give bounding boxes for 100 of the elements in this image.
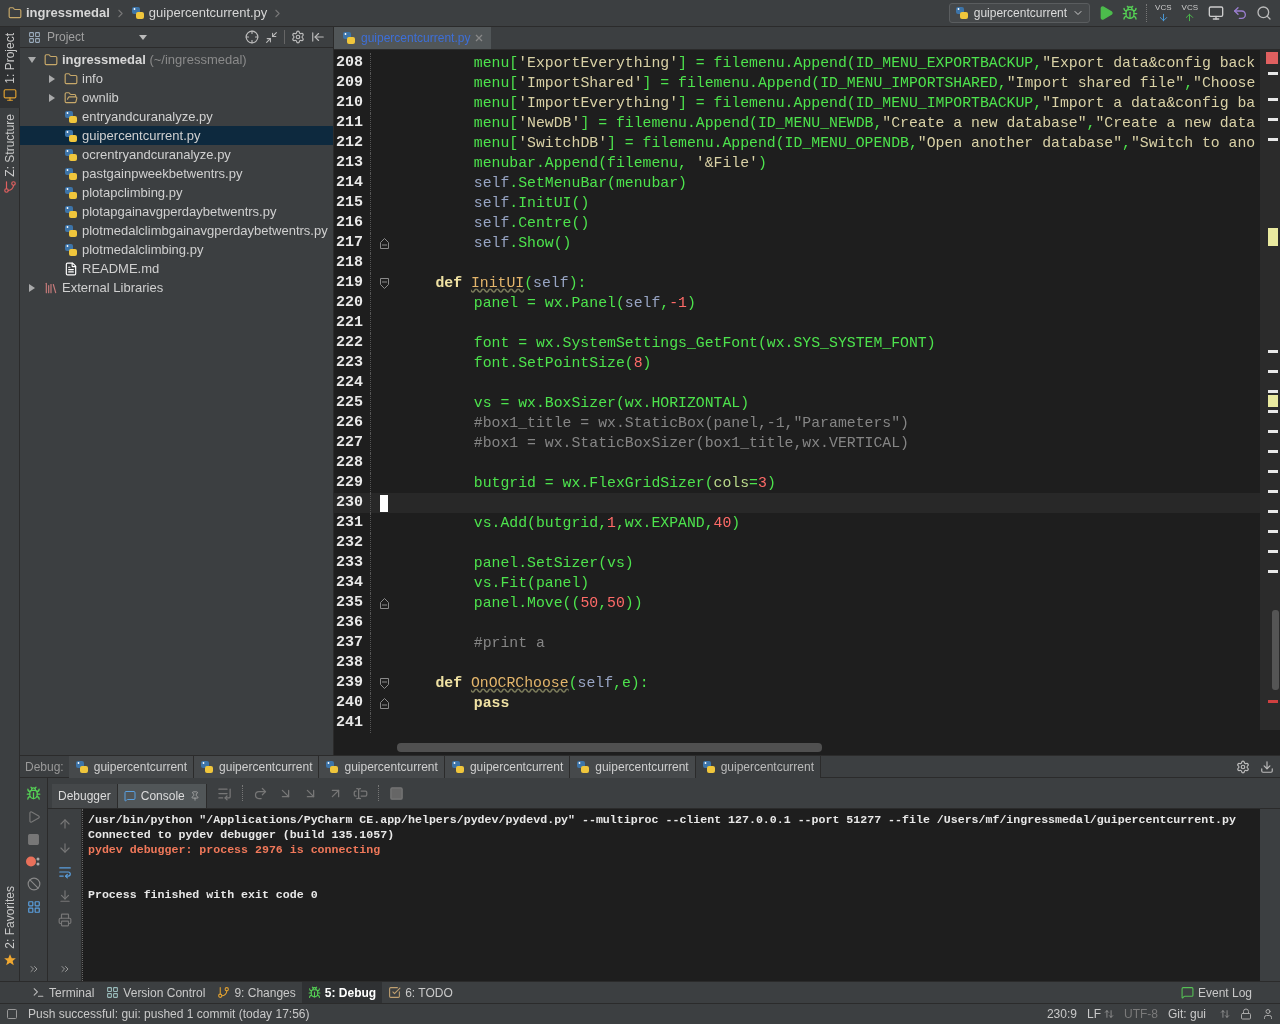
person-icon[interactable] [1262,1008,1274,1020]
tool-window-tab[interactable]: 1: Project [0,27,20,108]
line-number: 210 [335,93,364,113]
tree-item[interactable]: plotmedalclimbing.py [20,240,333,259]
tool-windows-icon[interactable] [6,1008,18,1020]
show-execution-point-icon[interactable] [216,785,232,801]
code-line: panel = wx.Panel(self,-1) [473,294,696,313]
project-view-dropdown[interactable]: Project [47,28,147,46]
tool-window-button[interactable]: 6: TODO [382,981,459,1004]
stop-icon[interactable] [27,833,40,846]
tree-item[interactable]: External Libraries [20,278,333,297]
folder-icon [44,52,58,67]
caret-position[interactable]: 230:9 [1046,1005,1077,1023]
session-tab[interactable]: guipercentcurrent [194,755,320,778]
layout-icon[interactable] [26,900,41,914]
fold-marker-icon[interactable] [379,677,389,689]
session-tab[interactable]: guipercentcurrent [319,755,445,778]
line-number: 233 [335,553,364,573]
run-icon[interactable] [1098,5,1115,21]
revert-icon[interactable] [1232,5,1248,21]
tree-item[interactable]: plotapgainavgperdaybetwentrs.py [20,202,333,221]
tree-item[interactable]: entryandcuranalyze.py [20,107,333,126]
line-number: 213 [335,153,364,173]
version-control-icon [106,986,120,999]
tool-window-button[interactable]: 5: Debug [301,981,383,1004]
tool-window-tab[interactable]: Z: Structure [0,107,20,201]
code-line: menu['SwitchDB'] = filemenu.Append(ID_MENU_OPENDB,"Open another database","Switch to ano [473,134,1256,153]
search-icon[interactable] [1256,5,1272,21]
session-tab[interactable]: guipercentcurrent [570,755,696,778]
tree-item[interactable]: ownlib [20,88,333,107]
more-icon[interactable] [58,963,71,975]
tool-window-button[interactable]: Version Control [100,981,212,1004]
tree-item[interactable]: ocrentryandcuranalyze.py [20,145,333,164]
session-tab[interactable]: guipercentcurrent [444,755,571,778]
breadcrumb[interactable]: guipercentcurrent.py [148,3,268,23]
fold-marker-icon[interactable] [379,277,389,289]
breadcrumb[interactable]: ingressmedal [26,3,110,23]
vcs-branch-selector[interactable]: Git: gui [1168,1005,1230,1023]
debug-icon[interactable] [1122,5,1139,21]
code-line: font.SetPointSize(8) [473,354,652,373]
line-number: 227 [335,433,364,453]
locate-icon[interactable] [245,30,259,44]
settings-icon[interactable] [1236,759,1250,774]
soft-wrap-icon[interactable] [57,865,72,879]
line-number: 209 [335,73,364,93]
fold-marker-icon[interactable] [379,597,389,609]
fold-marker-icon[interactable] [379,697,389,709]
tool-window-tab[interactable]: 2: Favorites [0,880,20,973]
todo-icon [388,986,402,999]
fold-marker-icon[interactable] [379,237,389,249]
up-arrow-icon[interactable] [57,817,72,831]
tool-window-button[interactable]: 9: Changes [211,981,302,1004]
line-number: 225 [335,393,364,413]
mute-breakpoints-icon[interactable] [26,877,41,891]
line-number: 222 [335,333,364,353]
horizontal-scrollbar[interactable] [397,743,822,752]
code-line: self.SetMenuBar(menubar) [473,174,687,193]
tree-item[interactable]: plotmedalclimbgainavgperdaybetwentrs.py [20,221,333,240]
hide-panel-icon[interactable] [1260,759,1274,774]
tree-item[interactable]: plotapclimbing.py [20,183,333,202]
breakpoints-icon[interactable] [26,855,41,868]
resume-icon[interactable] [26,810,41,824]
line-separator-selector[interactable]: LF [1086,1005,1114,1023]
vcs-update-button[interactable]: VCS [1155,3,1172,23]
code-line: menu['ImportShared'] = filemenu.Append(ID_MENU_IMPORTSHARED,"Import shared file","Choose [473,74,1256,93]
step-over-icon[interactable] [252,785,268,801]
project-view-icon [28,30,41,44]
event-log-icon [1180,986,1194,999]
more-icon[interactable] [27,963,40,975]
hide-icon[interactable] [311,30,325,44]
scroll-to-end-icon[interactable] [57,889,72,903]
print-icon[interactable] [57,913,72,927]
line-number: 220 [335,293,364,313]
debug-tab[interactable]: Console [117,784,207,808]
tree-item[interactable]: guipercentcurrent.py [20,126,333,145]
python-file-icon [701,759,716,774]
settings-icon[interactable] [291,30,305,44]
tree-item[interactable]: README.md [20,259,333,278]
python-file-icon [64,242,78,257]
evaluate-icon[interactable] [388,785,404,801]
debug-tab[interactable]: Debugger [52,784,118,808]
collapse-all-icon[interactable] [265,30,278,44]
code-line: menubar.Append(filemenu, '&File') [473,154,767,173]
code-line: menu['ExportEverything'] = filemenu.Append(ID_MENU_EXPORTBACKUP,"Export data&config back [473,54,1256,73]
tool-window-button[interactable]: Terminal [26,981,101,1004]
vcs-commit-button[interactable]: VCS [1181,3,1198,23]
session-tab[interactable]: guipercentcurrent [695,755,822,778]
folder-icon [64,71,78,86]
down-arrow-icon[interactable] [57,841,72,855]
run-configuration-dropdown[interactable]: guipercentcurrent [948,3,1091,23]
tree-item[interactable]: ingressmedal (~/ingressmedal) [20,50,333,69]
lock-icon[interactable] [1240,1008,1252,1020]
session-tab[interactable]: guipercentcurrent [68,755,195,778]
python-file-icon [64,166,78,181]
run-to-cursor-icon[interactable] [352,785,368,801]
event-log-button[interactable]: Event Log [1180,983,1254,1002]
tree-item[interactable]: info [20,69,333,88]
tree-item[interactable]: pastgainpweekbetwentrs.py [20,164,333,183]
close-icon[interactable] [475,34,484,42]
console-line: Process finished with exit code 0 [88,887,319,902]
